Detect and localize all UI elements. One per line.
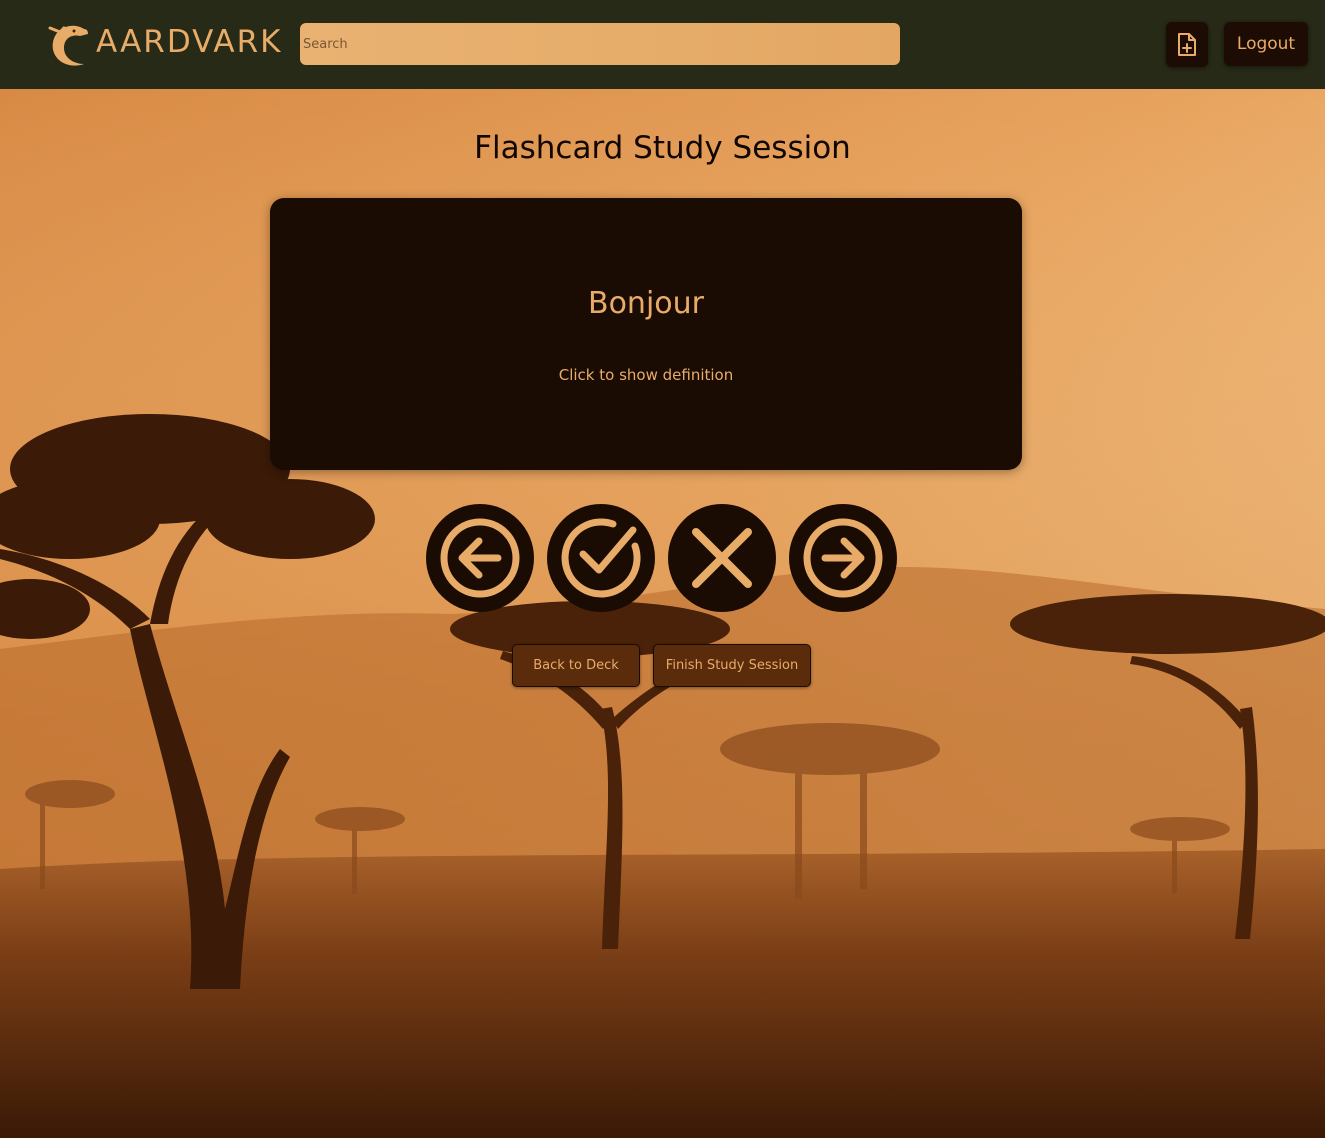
- brand-name[interactable]: AARDVARK: [96, 20, 282, 64]
- new-document-button[interactable]: [1166, 22, 1208, 67]
- page-title: Flashcard Study Session: [474, 130, 851, 166]
- search-input[interactable]: [300, 23, 900, 65]
- arrow-right-circle-icon: [803, 518, 883, 598]
- arrow-left-circle-icon: [440, 518, 520, 598]
- top-navbar: AARDVARK Logout: [0, 0, 1325, 89]
- mark-correct-button[interactable]: [547, 504, 655, 612]
- mark-incorrect-button[interactable]: [668, 504, 776, 612]
- aardvark-logo-icon[interactable]: [44, 20, 92, 70]
- x-icon: [692, 528, 752, 588]
- back-to-deck-button[interactable]: Back to Deck: [512, 644, 640, 687]
- flashcard-term: Bonjour: [588, 286, 704, 321]
- file-plus-icon: [1178, 32, 1196, 56]
- finish-session-button[interactable]: Finish Study Session: [653, 644, 811, 687]
- flashcard[interactable]: Bonjour Click to show definition: [270, 198, 1022, 470]
- logout-button[interactable]: Logout: [1224, 22, 1308, 66]
- next-card-button[interactable]: [789, 504, 897, 612]
- flashcard-hint: Click to show definition: [558, 366, 734, 384]
- check-circle-icon: [561, 518, 641, 598]
- previous-card-button[interactable]: [426, 504, 534, 612]
